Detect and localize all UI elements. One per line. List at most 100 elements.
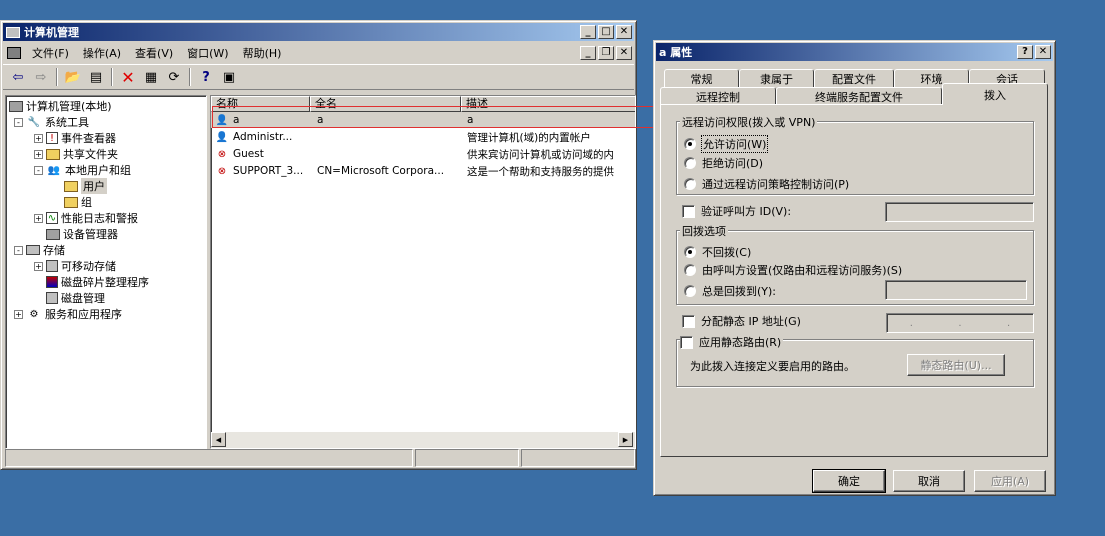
close-button[interactable]: ✕ bbox=[616, 25, 632, 39]
tab-general[interactable]: 常规 bbox=[664, 69, 739, 87]
tab-member-of[interactable]: 隶属于 bbox=[739, 69, 814, 87]
tree-item-local-users-groups[interactable]: - 👥 本地用户和组 bbox=[34, 162, 131, 178]
child-restore-button[interactable]: ❐ bbox=[598, 46, 614, 60]
collapse-toggle[interactable]: - bbox=[14, 117, 23, 127]
menu-file[interactable]: 文件(F) bbox=[25, 45, 76, 61]
radio-indicator bbox=[684, 178, 696, 190]
tree-item-storage[interactable]: - 存储 bbox=[14, 242, 65, 258]
tree-item-shared-folders[interactable]: + 共享文件夹 bbox=[34, 146, 118, 162]
folder-icon bbox=[64, 196, 78, 208]
user-description: 这是一个帮助和支持服务的提供 bbox=[467, 165, 614, 178]
user-row[interactable]: 👤 Administr... 管理计算机(域)的内置帐户 bbox=[211, 129, 635, 145]
allow-access-radio[interactable]: 允许访问(W) bbox=[684, 135, 769, 153]
menu-action[interactable]: 操作(A) bbox=[76, 45, 128, 61]
static-ip-checkbox[interactable]: 分配静态 IP 地址(G) bbox=[682, 313, 801, 329]
ok-button[interactable]: 确定 bbox=[812, 469, 886, 493]
user-row[interactable]: ⊗ Guest 供来宾访问计算机或访问域的内 bbox=[211, 146, 635, 162]
no-callback-radio[interactable]: 不回拨(C) bbox=[684, 244, 751, 260]
expand-toggle[interactable]: + bbox=[14, 309, 23, 319]
expand-toggle[interactable]: + bbox=[34, 261, 43, 271]
expand-toggle[interactable]: + bbox=[34, 133, 43, 143]
collapse-toggle[interactable]: - bbox=[14, 245, 23, 255]
properties-icon[interactable]: ▦ bbox=[140, 67, 162, 87]
cancel-button[interactable]: 取消 bbox=[893, 470, 965, 492]
expand-toggle[interactable]: + bbox=[34, 149, 43, 159]
refresh-icon[interactable]: ⟳ bbox=[163, 67, 185, 87]
toolbar-separator bbox=[189, 68, 191, 86]
mmc-titlebar[interactable]: 计算机管理 _ □ ✕ bbox=[3, 23, 634, 41]
tab-dial-in[interactable]: 拨入 bbox=[942, 83, 1048, 105]
menu-window[interactable]: 窗口(W) bbox=[180, 45, 235, 61]
checkbox-box bbox=[682, 204, 695, 218]
user-name: Administr... bbox=[233, 131, 293, 143]
tree-item-removable-storage[interactable]: + 可移动存储 bbox=[34, 258, 116, 274]
tree-item-groups[interactable]: 组 bbox=[64, 194, 92, 210]
help-button[interactable]: ? bbox=[1017, 45, 1033, 59]
tree-item-label: 计算机管理(本地) bbox=[26, 100, 112, 113]
help-icon[interactable]: ? bbox=[195, 67, 217, 87]
back-arrow-icon[interactable]: ⇦ bbox=[7, 67, 29, 87]
tab-profile[interactable]: 配置文件 bbox=[814, 69, 894, 87]
up-folder-icon[interactable]: 📂 bbox=[62, 67, 84, 87]
static-ip-label: 分配静态 IP 地址(G) bbox=[701, 315, 801, 328]
tree-item-performance-logs[interactable]: + ∿ 性能日志和警报 bbox=[34, 210, 138, 226]
callback-options-label: 回拨选项 bbox=[680, 223, 728, 239]
deny-access-radio[interactable]: 拒绝访问(D) bbox=[684, 155, 763, 171]
removable-storage-icon bbox=[46, 260, 58, 272]
computer-icon bbox=[9, 100, 23, 112]
tree-item-event-viewer[interactable]: + ! 事件查看器 bbox=[34, 130, 116, 146]
disk-management-icon bbox=[46, 292, 58, 304]
user-name: SUPPORT_3... bbox=[233, 165, 304, 177]
scroll-left-button[interactable]: ◀ bbox=[211, 432, 226, 447]
caller-set-callback-radio[interactable]: 由呼叫方设置(仅路由和远程访问服务)(S) bbox=[684, 262, 902, 278]
policy-access-radio[interactable]: 通过远程访问策略控制访问(P) bbox=[684, 176, 849, 192]
user-row[interactable]: ⊗ SUPPORT_3... CN=Microsoft Corpora... 这… bbox=[211, 163, 635, 179]
menu-help[interactable]: 帮助(H) bbox=[236, 45, 289, 61]
static-routes-button[interactable]: 静态路由(U)... bbox=[907, 354, 1005, 376]
tree-item-computer-management[interactable]: 计算机管理(本地) bbox=[9, 98, 112, 114]
maximize-button[interactable]: □ bbox=[598, 25, 614, 39]
child-close-button[interactable]: ✕ bbox=[616, 46, 632, 60]
minimize-button[interactable]: _ bbox=[580, 25, 596, 39]
scroll-right-button[interactable]: ▶ bbox=[618, 432, 633, 447]
tab-remote-control[interactable]: 远程控制 bbox=[660, 87, 776, 105]
tree-item-device-manager[interactable]: 设备管理器 bbox=[46, 226, 118, 242]
close-button[interactable]: ✕ bbox=[1035, 45, 1051, 59]
static-routes-label: 应用静态路由(R) bbox=[699, 336, 782, 349]
user-description: 供来宾访问计算机或访问域的内 bbox=[467, 148, 614, 161]
tree-item-users[interactable]: 用户 bbox=[64, 178, 107, 194]
radio-selected-indicator bbox=[684, 138, 696, 150]
show-tree-icon[interactable]: ▤ bbox=[85, 67, 107, 87]
apply-button[interactable]: 应用(A) bbox=[974, 470, 1046, 492]
performance-icon: ∿ bbox=[46, 212, 58, 224]
checkbox-box bbox=[682, 314, 695, 328]
child-minimize-button[interactable]: _ bbox=[580, 46, 596, 60]
tree-pane[interactable]: 计算机管理(本地) - 🔧 系统工具 + ! 事件查看器 + 共享文件夹 - 👥… bbox=[5, 95, 207, 449]
static-routes-checkbox[interactable]: 应用静态路由(R) bbox=[680, 334, 784, 350]
tree-item-disk-management[interactable]: 磁盘管理 bbox=[46, 290, 105, 306]
menu-view[interactable]: 查看(V) bbox=[128, 45, 180, 61]
expand-toggle[interactable]: + bbox=[34, 213, 43, 223]
always-callback-radio[interactable]: 总是回拨到(Y): bbox=[684, 283, 776, 299]
status-bar bbox=[5, 449, 635, 467]
tools-icon: 🔧 bbox=[27, 116, 41, 128]
user-list-pane[interactable]: 名称 全名 描述 👤 a a a 👤 Administr... 管理计算机(域)… bbox=[210, 95, 636, 449]
horizontal-scrollbar[interactable]: ◀ ▶ bbox=[211, 432, 635, 448]
console-icon[interactable] bbox=[7, 47, 21, 59]
new-window-icon[interactable]: ▣ bbox=[218, 67, 240, 87]
static-ip-field: ... bbox=[886, 313, 1034, 333]
properties-titlebar[interactable]: a 属性 ? ✕ bbox=[656, 43, 1053, 61]
delete-icon[interactable]: ✕ bbox=[117, 67, 139, 87]
tree-item-system-tools[interactable]: - 🔧 系统工具 bbox=[14, 114, 89, 130]
tree-item-label: 磁盘管理 bbox=[61, 292, 105, 305]
tree-item-defrag[interactable]: 磁盘碎片整理程序 bbox=[46, 274, 149, 290]
forward-arrow-icon[interactable]: ⇨ bbox=[30, 67, 52, 87]
status-panel bbox=[415, 449, 519, 467]
ip-dot: . bbox=[1007, 317, 1011, 329]
collapse-toggle[interactable]: - bbox=[34, 165, 43, 175]
user-description: 管理计算机(域)的内置帐户 bbox=[467, 131, 591, 144]
tab-terminal-services-profile[interactable]: 终端服务配置文件 bbox=[776, 87, 942, 105]
tree-item-services-apps[interactable]: + ⚙ 服务和应用程序 bbox=[14, 306, 122, 322]
device-manager-icon bbox=[46, 228, 60, 240]
verify-caller-id-checkbox[interactable]: 验证呼叫方 ID(V): bbox=[682, 203, 791, 219]
